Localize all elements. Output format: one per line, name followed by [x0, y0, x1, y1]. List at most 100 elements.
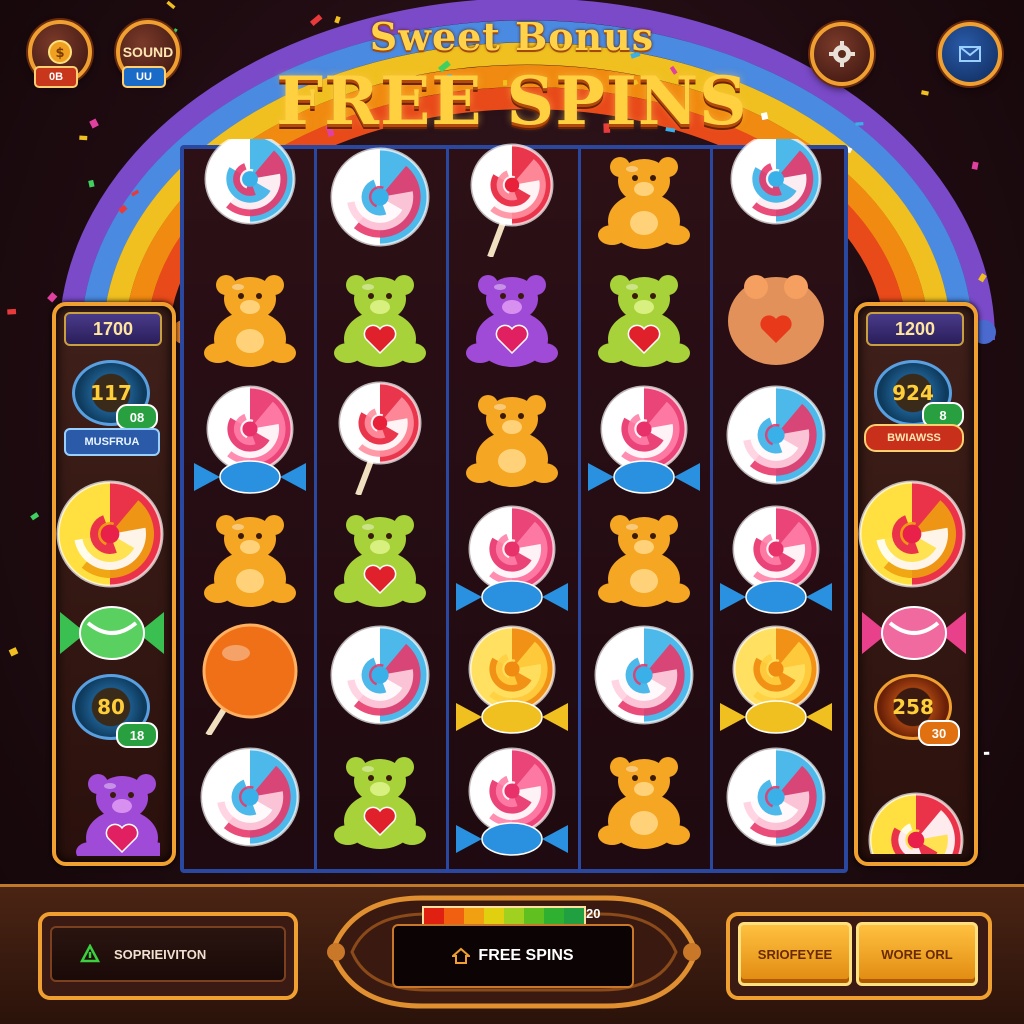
pink-lollipop-symbol: [588, 385, 700, 494]
coin-icon: $: [48, 40, 72, 64]
progress-segment: [464, 908, 484, 924]
reel-symbol: [714, 739, 838, 857]
free-spins-label: FREE SPINS: [478, 947, 574, 964]
confetti-piece: [30, 512, 40, 521]
progress-value: 20: [586, 906, 601, 921]
green-bear-symbol: [598, 275, 690, 367]
partial-symbol: [204, 133, 296, 225]
reel-symbol: [582, 377, 706, 495]
arrow-up-icon: [80, 944, 100, 963]
pink-lollipop-symbol: [456, 747, 568, 856]
reel-symbol: [582, 257, 706, 375]
yellow-lollipop-symbol: [456, 625, 568, 734]
home-icon: [452, 947, 471, 964]
swirl-lollipop-symbol: [330, 147, 430, 247]
reel-divider: [578, 149, 581, 869]
reel-symbol: [188, 497, 312, 615]
settings-button[interactable]: [810, 22, 874, 86]
progress-segment: [504, 908, 524, 924]
reel-symbol: [318, 617, 442, 735]
reel-symbol: [450, 617, 574, 735]
free-spins-button[interactable]: FREE SPINS: [392, 924, 634, 988]
action-button-2[interactable]: WORE ORL: [856, 922, 978, 986]
reel-symbol: [318, 377, 442, 497]
pink-lollipop-symbol: [720, 505, 832, 614]
coin-badge: 0B: [34, 66, 78, 88]
reel-symbol: [188, 257, 312, 375]
reel-symbol: [450, 739, 574, 857]
confetti-piece: [88, 179, 95, 188]
reel-symbol: [188, 377, 312, 495]
reel-symbol: [714, 257, 838, 375]
swirl-lollipop-symbol: [594, 625, 694, 725]
progress-segment: [564, 908, 584, 924]
reel-symbol: [450, 139, 574, 259]
orange-bear-symbol: [598, 757, 690, 849]
reel-divider: [446, 149, 449, 869]
svg-text:$: $: [55, 46, 64, 61]
right-panel-label: BWIAWSS: [864, 424, 964, 452]
orange-bear-symbol: [466, 395, 558, 487]
reel-grid: [180, 133, 848, 873]
progress-segment: [444, 908, 464, 924]
reel-symbol: [714, 133, 838, 257]
left-purple-bear: [76, 774, 160, 856]
frame-stud-right: [683, 943, 701, 961]
confetti-piece: [166, 0, 176, 10]
pink-lollipop-symbol: [194, 385, 306, 494]
game-screen: Sweet Bonus FREE SPINS $ 0B SOUND UU 170…: [0, 0, 1024, 1024]
info-button[interactable]: [938, 22, 1002, 86]
pink-lollipop-symbol: [456, 505, 568, 614]
progress-segment: [484, 908, 504, 924]
reel-symbol: [714, 497, 838, 615]
progress-segment: [524, 908, 544, 924]
stick-lollipop-symbol: [470, 143, 554, 259]
reel-symbol: [188, 617, 312, 737]
green-bear-symbol: [334, 515, 426, 607]
reel-symbol: [450, 377, 574, 495]
green-bear-symbol: [334, 275, 426, 367]
reel-symbol: [450, 497, 574, 615]
left-gauge-1-badge: 08: [116, 404, 158, 430]
reel-symbol: [450, 257, 574, 375]
reel-symbol: [582, 139, 706, 257]
confetti-piece: [8, 647, 19, 657]
confetti-piece: [983, 751, 990, 755]
yellow-lollipop-symbol: [720, 625, 832, 734]
left-swirl-lollipop: [56, 480, 164, 588]
purple-bear-symbol: [466, 275, 558, 367]
reel-symbol: [582, 739, 706, 857]
action-button-1[interactable]: SRIOFEYEE: [738, 922, 852, 986]
progress-segment: [544, 908, 564, 924]
reel-symbol: [714, 617, 838, 735]
swirl-lollipop-symbol: [200, 747, 300, 847]
reel-symbol: [318, 257, 442, 375]
left-info-box[interactable]: SOPRIEIVITON: [50, 926, 286, 982]
sound-badge: UU: [122, 66, 166, 88]
right-gauge-2-badge: 30: [918, 720, 960, 746]
reel-symbol: [318, 739, 442, 857]
stick-lollipop-symbol: [338, 381, 422, 497]
reel-symbol: [582, 617, 706, 735]
confetti-piece: [7, 308, 17, 315]
reel-symbol: [188, 133, 312, 257]
right-panel-value: 1200: [866, 312, 964, 346]
swirl-lollipop-symbol: [330, 625, 430, 725]
reel-symbol: [582, 497, 706, 615]
reel-symbol: [188, 739, 312, 857]
green-bear-symbol: [334, 757, 426, 849]
frame-stud-left: [327, 943, 345, 961]
progress-segment: [424, 908, 444, 924]
partial-symbol: [730, 133, 822, 225]
orange-bear-symbol: [598, 157, 690, 249]
reel-symbol: [714, 377, 838, 495]
confetti-piece: [120, 274, 126, 281]
orange-bear-symbol: [204, 275, 296, 367]
left-gauge-2-badge: 18: [116, 722, 158, 748]
reel-symbol: [318, 497, 442, 615]
bonus-progress-bar: [422, 906, 586, 926]
left-info-label: SOPRIEIVITON: [114, 946, 207, 962]
gummy-orange-symbol: [728, 275, 824, 365]
sound-label: SOUND: [122, 44, 174, 60]
reel-symbol: [318, 139, 442, 257]
